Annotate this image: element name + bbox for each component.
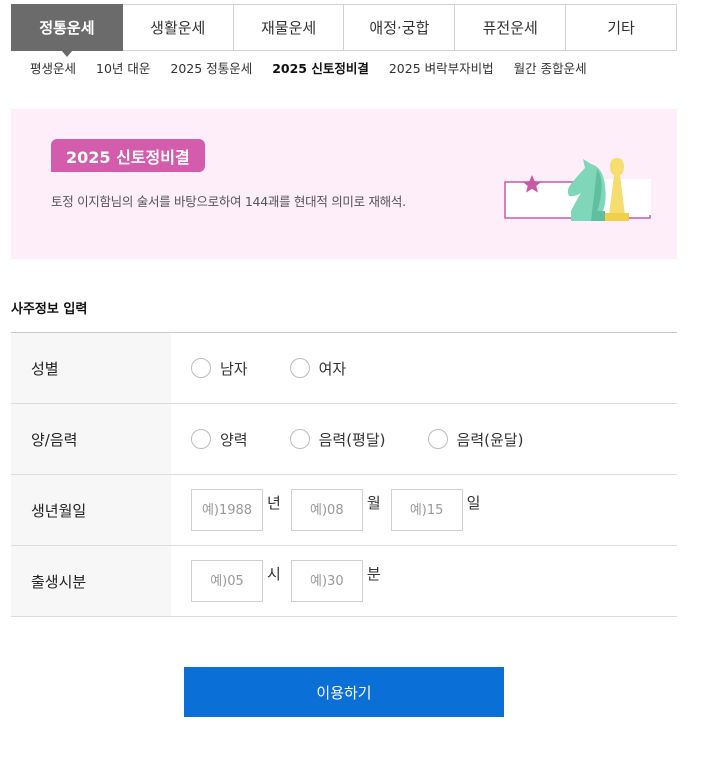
radio-female-label: 여자: [318, 359, 347, 378]
tab-etc[interactable]: 기타: [566, 4, 677, 51]
form-row-birthdate: 생년월일 년 월 일: [11, 475, 677, 546]
birthtime-field: 시 분: [171, 546, 677, 616]
pawn-base: [603, 213, 629, 221]
month-unit: 월: [366, 493, 381, 512]
radio-lunar-leap-circle[interactable]: [427, 429, 448, 449]
tab-jaemul[interactable]: 재물운세: [233, 4, 345, 51]
gender-field: 남자 여자: [171, 333, 677, 403]
subtab-10year[interactable]: 10년 대운: [96, 58, 150, 77]
birth-day-input[interactable]: [390, 489, 463, 531]
calendar-label: 양/음력: [11, 404, 171, 474]
radio-solar[interactable]: 양력: [191, 429, 248, 450]
minute-unit: 분: [366, 564, 381, 583]
subtab-2025-jeongtong[interactable]: 2025 정통운세: [170, 58, 252, 77]
day-unit: 일: [466, 493, 481, 512]
submit-button[interactable]: 이용하기: [184, 667, 504, 717]
hour-unit: 시: [267, 564, 281, 583]
radio-male-label: 남자: [220, 359, 248, 378]
tab-aejeong-gunghap[interactable]: 애정·궁합: [344, 4, 456, 51]
birthtime-label: 출생시분: [11, 546, 171, 616]
gender-label: 성별: [11, 333, 171, 403]
chess-pieces-illustration: [504, 158, 651, 221]
radio-lunar-leap[interactable]: 음력(윤달): [427, 429, 524, 450]
radio-solar-label: 양력: [220, 430, 248, 449]
birth-month-input[interactable]: [290, 489, 363, 531]
banner-description: 토정 이지함님의 술서를 바탕으로하여 144괘를 현대적 의미로 재해석.: [51, 194, 406, 209]
radio-lunar-normal-circle[interactable]: [289, 429, 310, 449]
radio-lunar-normal[interactable]: 음력(평달): [289, 429, 386, 450]
radio-male-circle[interactable]: [191, 358, 211, 378]
year-unit: 년: [267, 493, 281, 512]
subtab-monthly[interactable]: 월간 종합운세: [514, 58, 587, 77]
form-row-calendar: 양/음력 양력 음력(평달) 음력(윤달): [11, 404, 677, 475]
sub-category-nav: 평생운세 10년 대운 2025 정통운세 2025 신토정비결 2025 벼락…: [30, 58, 607, 77]
calendar-field: 양력 음력(평달) 음력(윤달): [171, 404, 677, 474]
saju-input-form: 성별 남자 여자 양/음력 양력 음력(평달) 음력(윤달) 생년월일 예)19…: [11, 332, 677, 617]
tab-fusion[interactable]: 퓨전운세: [455, 4, 567, 51]
radio-female[interactable]: 여자: [289, 358, 347, 379]
radio-male[interactable]: 남자: [191, 358, 248, 379]
service-banner: 2025 신토정비결 토정 이지함님의 술서를 바탕으로하여 144괘를 현대적…: [11, 109, 677, 259]
banner-title-badge: 2025 신토정비결: [51, 139, 205, 172]
birth-year-input[interactable]: [191, 489, 263, 531]
section-title-saju: 사주정보 입력: [11, 302, 88, 317]
subtab-lifetime[interactable]: 평생운세: [30, 58, 76, 77]
birth-minute-input[interactable]: [290, 560, 363, 602]
radio-lunar-normal-label: 음력(평달): [318, 430, 386, 449]
radio-female-circle[interactable]: [289, 358, 310, 378]
main-category-tabs: 정통운세 생활운세 재물운세 애정·궁합 퓨전운세 기타: [11, 4, 677, 57]
radio-lunar-leap-label: 음력(윤달): [456, 430, 524, 449]
birthdate-label: 생년월일: [11, 475, 171, 545]
tab-jeongtong[interactable]: 정통운세: [11, 4, 123, 57]
form-row-gender: 성별 남자 여자: [11, 333, 677, 404]
birthdate-field: 년 월 일: [171, 475, 677, 545]
form-row-birthtime: 출생시분 시 분: [11, 546, 677, 617]
subtab-2025-byeorak[interactable]: 2025 벼락부자비법: [389, 58, 494, 77]
subtab-2025-tojeong[interactable]: 2025 신토정비결: [272, 58, 369, 77]
birth-hour-input[interactable]: [191, 560, 263, 602]
radio-solar-circle[interactable]: [191, 429, 211, 449]
tab-saenghwal[interactable]: 생활운세: [122, 4, 234, 51]
